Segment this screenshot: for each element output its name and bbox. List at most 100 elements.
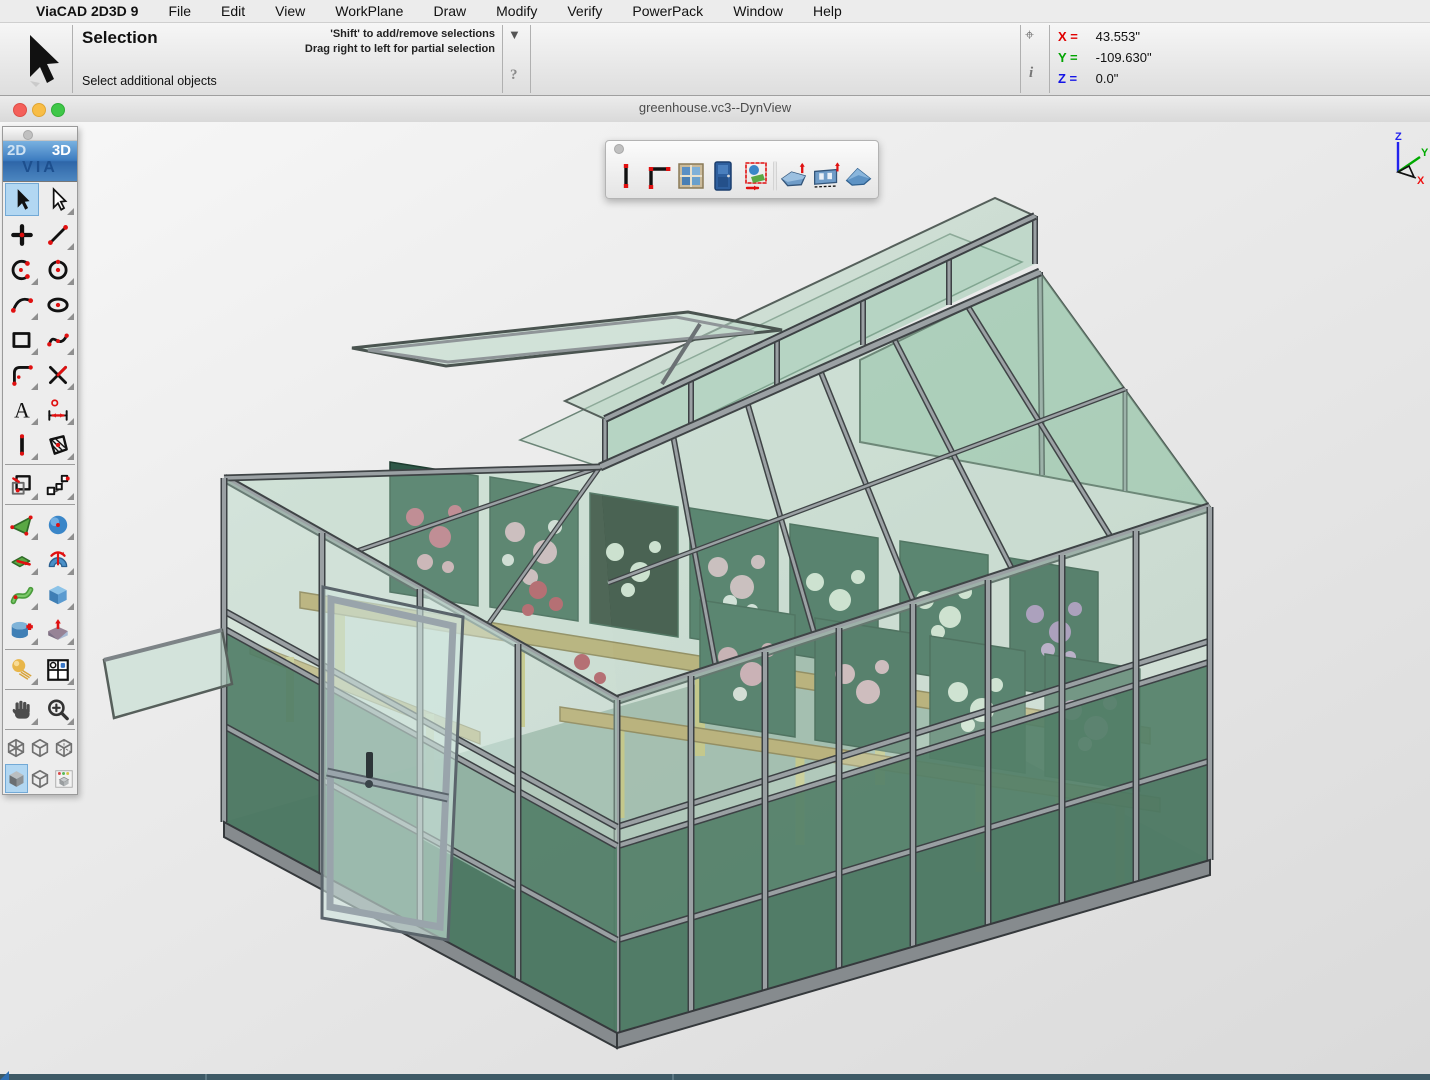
coord-z-value[interactable]: 0.0" — [1096, 71, 1119, 86]
mode-2d-button[interactable]: 2D — [7, 142, 26, 159]
document-title-bar[interactable]: greenhouse.vc3--DynView — [0, 96, 1430, 123]
tool-trim[interactable] — [41, 358, 75, 391]
menu-modify[interactable]: Modify — [496, 3, 537, 19]
hint-line-1: 'Shift' to add/remove selections — [195, 27, 495, 42]
coord-x-value[interactable]: 43.553" — [1096, 29, 1140, 44]
tool-curve[interactable] — [5, 288, 39, 321]
tool-window[interactable] — [675, 158, 706, 194]
palette-mode-header[interactable]: 2D 3D VIA — [3, 141, 77, 182]
tool-construction-line[interactable] — [5, 428, 39, 461]
menu-edit[interactable]: Edit — [221, 3, 245, 19]
tool-insert-symbol[interactable] — [740, 158, 771, 194]
tool-ellipse[interactable] — [41, 288, 75, 321]
tool-spline[interactable] — [41, 323, 75, 356]
expand-options-button[interactable]: ▼ — [508, 27, 521, 42]
tool-info-bar: Selection Select additional objects 'Shi… — [0, 23, 1430, 96]
mode-3d-button[interactable]: 3D — [52, 142, 71, 159]
coord-y-row: Y = -109.630" — [1058, 47, 1152, 68]
tool-boolean-add[interactable] — [5, 613, 39, 646]
help-button[interactable]: ? — [510, 67, 518, 84]
tool-arc[interactable] — [5, 253, 39, 286]
tool-shaded-view[interactable] — [5, 764, 28, 793]
coordinate-tools-column: ⌖ i — [1021, 23, 1048, 95]
tool-zoom[interactable] — [41, 693, 75, 726]
model-viewport[interactable]: 2D 3D VIA — [0, 122, 1430, 1080]
viacad-app-window: ViaCAD 2D3D 9 File Edit View WorkPlane D… — [0, 0, 1430, 1080]
open-door[interactable] — [322, 587, 463, 940]
coord-z-label: Z = — [1058, 68, 1092, 89]
tool-line[interactable] — [41, 218, 75, 251]
greenhouse-3d-model[interactable] — [0, 122, 1430, 1080]
coord-y-label: Y = — [1058, 47, 1092, 68]
tool-surface[interactable] — [5, 508, 39, 541]
archbar-separator — [773, 161, 777, 191]
palette-separator — [5, 649, 75, 650]
palette-separator — [5, 729, 75, 730]
tool-status-text: Select additional objects — [82, 74, 217, 88]
menu-draw[interactable]: Draw — [433, 3, 466, 19]
tool-fillet[interactable] — [5, 358, 39, 391]
door-handle[interactable] — [365, 752, 373, 788]
snap-target-icon[interactable]: ⌖ — [1025, 27, 1034, 45]
menu-view[interactable]: View — [275, 3, 305, 19]
tool-title: Selection — [82, 28, 158, 48]
tool-text[interactable]: A — [5, 393, 39, 426]
separator — [72, 25, 73, 93]
tool-wall-segment[interactable] — [610, 158, 641, 194]
tool-wireframe-view[interactable] — [5, 733, 28, 762]
tool-revolve[interactable] — [41, 543, 75, 576]
archbar-close-icon[interactable] — [614, 144, 624, 154]
tool-point[interactable] — [5, 218, 39, 251]
coord-y-value[interactable]: -109.630" — [1096, 50, 1152, 65]
svg-text:A: A — [14, 398, 30, 422]
hint-line-2: Drag right to left for partial selection — [195, 42, 495, 57]
separator — [672, 1074, 674, 1080]
coordinate-readout: X = 43.553" Y = -109.630" Z = 0.0" — [1058, 26, 1152, 89]
info-icon[interactable]: i — [1029, 65, 1033, 82]
tool-render-material[interactable] — [5, 653, 39, 686]
tool-push-pull[interactable] — [41, 613, 75, 646]
tool-viewport-layout[interactable] — [41, 653, 75, 686]
tool-select-options[interactable] — [41, 183, 75, 216]
axis-indicator: Z Y X — [1378, 130, 1430, 186]
menu-powerpack[interactable]: PowerPack — [632, 3, 703, 19]
tool-copy-along-curve[interactable] — [41, 468, 75, 501]
tool-hatch[interactable] — [41, 428, 75, 461]
tool-select[interactable] — [5, 183, 39, 216]
bottom-edge-bar — [0, 1074, 1430, 1080]
tool-hidden-line-view[interactable] — [29, 733, 52, 762]
tool-door[interactable] — [708, 158, 739, 194]
tool-roof[interactable] — [843, 158, 874, 194]
menu-verify[interactable]: Verify — [567, 3, 602, 19]
menu-window[interactable]: Window — [733, 3, 783, 19]
tool-extrude[interactable] — [5, 543, 39, 576]
document-title: greenhouse.vc3--DynView — [0, 100, 1430, 115]
tool-sweep[interactable] — [5, 578, 39, 611]
tool-dimension[interactable] — [41, 393, 75, 426]
palette-title-bar[interactable] — [3, 127, 77, 141]
tool-framed-wall[interactable] — [811, 158, 842, 194]
tool-open-wireframe-view[interactable] — [29, 764, 52, 793]
menu-help[interactable]: Help — [813, 3, 842, 19]
menu-bar: ViaCAD 2D3D 9 File Edit View WorkPlane D… — [0, 0, 1430, 23]
palette-close-icon[interactable] — [23, 130, 33, 140]
tool-floor-slab[interactable] — [778, 158, 809, 194]
tool-wall-corner[interactable] — [643, 158, 674, 194]
tool-circle[interactable] — [41, 253, 75, 286]
palette-separator — [5, 689, 75, 690]
tool-transform[interactable] — [5, 468, 39, 501]
corner-resize-icon — [0, 1071, 9, 1080]
menu-file[interactable]: File — [168, 3, 191, 19]
tool-rectangle[interactable] — [5, 323, 39, 356]
tool-solid-primitive[interactable] — [41, 578, 75, 611]
palette-separator — [5, 504, 75, 505]
tool-ghosted-view[interactable] — [53, 733, 76, 762]
tool-pan[interactable] — [5, 693, 39, 726]
app-menu[interactable]: ViaCAD 2D3D 9 — [36, 3, 138, 19]
louver-vent — [104, 630, 232, 718]
coord-x-label: X = — [1058, 26, 1092, 47]
tool-palette: 2D 3D VIA — [2, 126, 78, 795]
tool-sphere[interactable] — [41, 508, 75, 541]
tool-render-settings[interactable] — [53, 764, 76, 793]
menu-workplane[interactable]: WorkPlane — [335, 3, 403, 19]
